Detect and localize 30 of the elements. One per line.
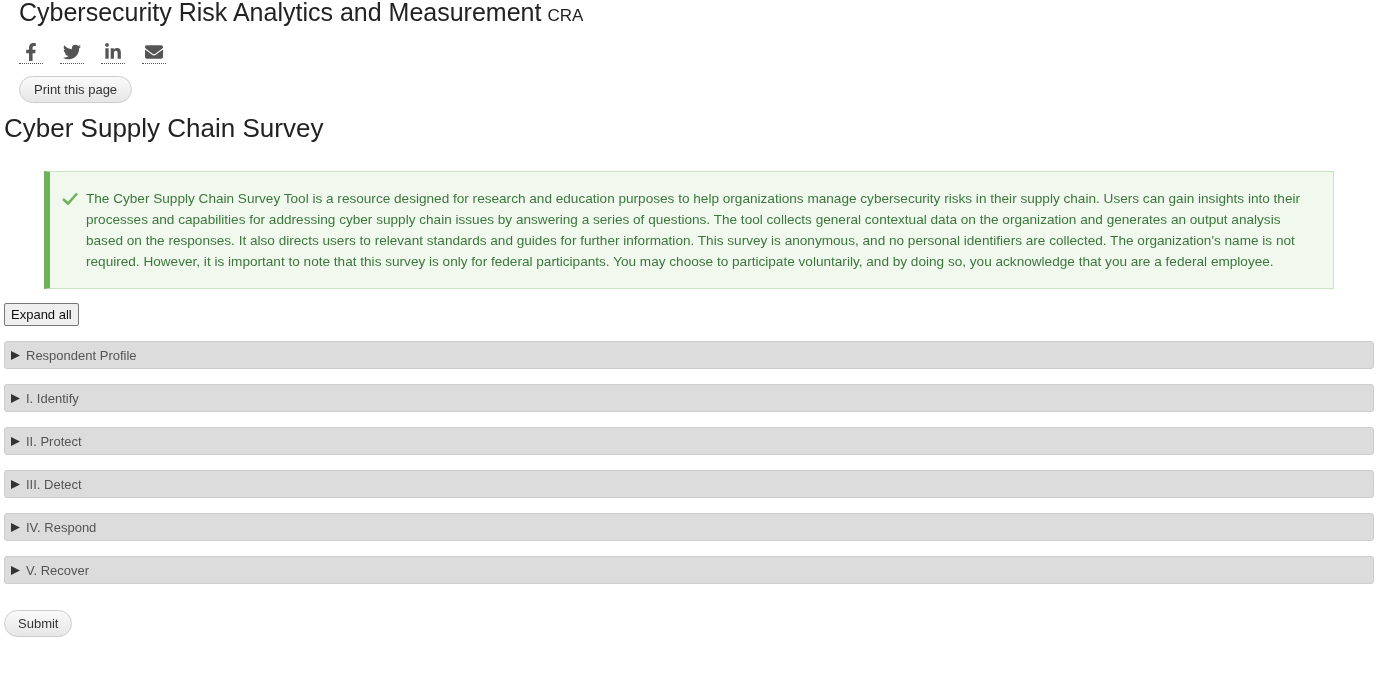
- notice-text: The Cyber Supply Chain Survey Tool is a resource designed for research and education purposes to help organizations manage cybersecurity risks in their supply chain. Users can gain insights into their processes and capabilities for addressing cyber supply chain issues by answering a series of questions. The tool collects general contextual data on the organization and generates an output analysis based on the responses. It also directs users to relevant standards and guides for further information. This survey is anonymous, and no personal identifiers are collected. The organization's name is not required. However, it is important to note that this survey is only for federal participants. You may choose to participate voluntarily, and by doing so, you acknowledge that you are a federal employee.: [86, 190, 1302, 271]
- section-label: I. Identify: [26, 390, 79, 406]
- accordion-section[interactable]: IV. Respond: [4, 513, 1374, 541]
- envelope-icon[interactable]: [142, 43, 166, 64]
- bird-icon[interactable]: [60, 43, 84, 64]
- print-button[interactable]: Print this page: [19, 76, 133, 103]
- facebook-icon[interactable]: [19, 43, 43, 64]
- section-label: IV. Respond: [26, 519, 97, 535]
- triangle-icon: [11, 565, 20, 575]
- page-heading: Cyber Supply Chain Survey: [4, 113, 325, 144]
- site-abbreviation: CRA: [547, 6, 584, 26]
- section-label: V. Recover: [26, 562, 90, 578]
- submit-button[interactable]: Submit: [4, 610, 73, 637]
- triangle-icon: [11, 522, 20, 532]
- check-icon: [62, 192, 78, 205]
- accordion-section[interactable]: Respondent Profile: [4, 341, 1374, 369]
- accordion-section[interactable]: I. Identify: [4, 384, 1374, 412]
- triangle-icon: [11, 479, 20, 489]
- triangle-icon: [11, 393, 20, 403]
- accordion-section[interactable]: III. Detect: [4, 470, 1374, 498]
- expand-all-button[interactable]: Expand all: [4, 303, 79, 326]
- section-label: II. Protect: [26, 433, 82, 449]
- section-label: Respondent Profile: [26, 347, 137, 363]
- linkedin-icon[interactable]: [101, 43, 125, 64]
- triangle-icon: [11, 436, 20, 446]
- triangle-icon: [11, 350, 20, 360]
- accordion-section[interactable]: V. Recover: [4, 556, 1374, 584]
- site-title: Cybersecurity Risk Analytics and Measurement: [19, 0, 542, 27]
- section-label: III. Detect: [26, 476, 82, 492]
- accordion-section[interactable]: II. Protect: [4, 427, 1374, 455]
